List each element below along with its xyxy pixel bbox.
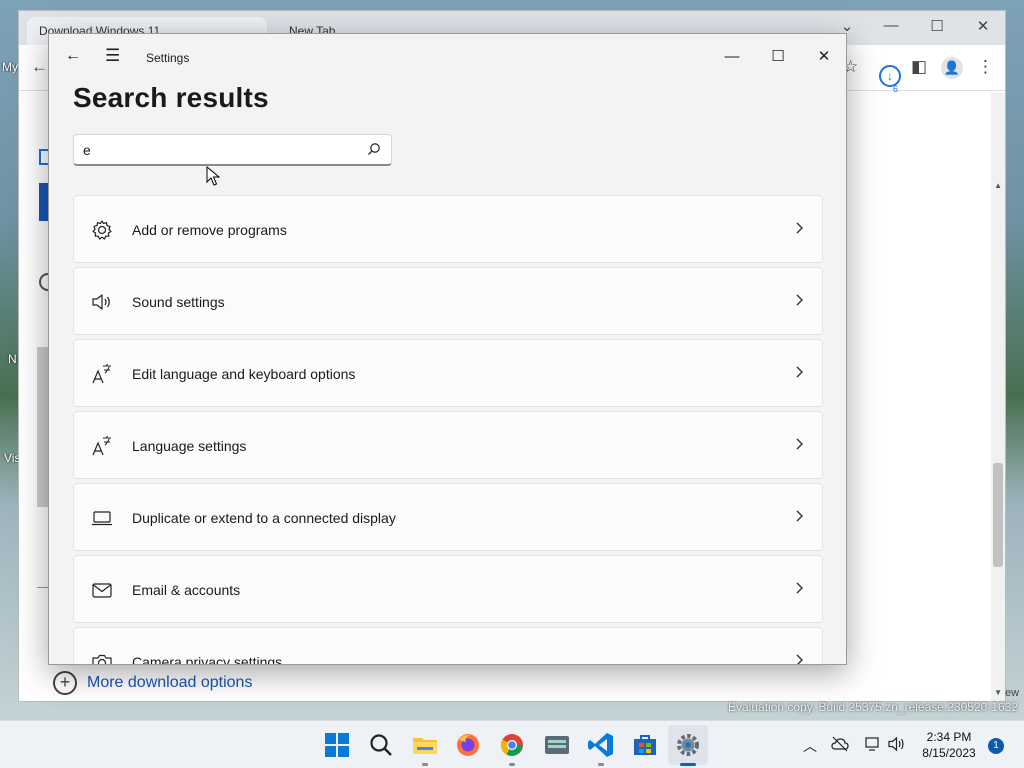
app-title: Settings [146,51,190,65]
minimize-button[interactable]: — [709,42,755,72]
chevron-right-icon [796,582,803,594]
result-label: Camera privacy settings [132,654,283,665]
result-label: Duplicate or extend to a connected displ… [132,510,396,526]
running-indicator [509,763,515,766]
search-icon[interactable] [367,731,395,759]
profile-icon[interactable]: 👤 [941,57,963,79]
download-count: 6 [893,84,899,94]
result-email-accounts[interactable]: Email & accounts [73,555,823,623]
hamburger-menu-icon[interactable]: ☰ [105,46,120,66]
settings-icon[interactable] [674,731,702,759]
network-icon[interactable] [864,736,882,752]
result-label: Sound settings [132,294,225,310]
result-add-remove-programs[interactable]: Add or remove programs [73,195,823,263]
settings-window: ← ☰ Settings — ☐ ✕ Search results Add or… [48,33,847,665]
close-icon[interactable]: ✕ [963,17,1003,35]
result-label: Add or remove programs [132,222,287,238]
result-label: Edit language and keyboard options [132,366,356,382]
settings-titlebar[interactable]: ← ☰ Settings — ☐ ✕ [49,34,846,82]
notification-badge[interactable]: 1 [988,738,1004,754]
mail-icon [92,583,112,598]
speaker-icon [92,294,110,310]
vscode-icon[interactable] [587,731,615,759]
taskbar: ︿ 2:34 PM 8/15/2023 1 [0,720,1024,768]
scrollbar[interactable]: ▲ ▼ [991,93,1005,701]
running-indicator [598,763,604,766]
chevron-right-icon [796,654,803,664]
cloud-offline-icon[interactable] [831,736,849,752]
chevron-up-icon[interactable]: ︿ [803,736,817,756]
chevron-right-icon [796,222,803,234]
store-icon[interactable] [631,731,659,759]
time-label: 2:34 PM [926,730,972,744]
evaluation-watermark: Evaluation copy. Build 25375.zn_release.… [728,700,1018,714]
search-results-list: Add or remove programs Sound settings Ed… [73,195,823,665]
gear-icon [92,220,112,240]
terminal-icon[interactable] [543,731,571,759]
result-camera-privacy[interactable]: Camera privacy settings [73,627,823,665]
language-icon [92,364,111,384]
search-box[interactable] [73,134,392,166]
close-button[interactable]: ✕ [801,42,846,72]
maximize-icon[interactable]: ☐ [917,17,957,35]
result-label: Email & accounts [132,582,241,598]
running-indicator [422,763,428,766]
menu-dots-icon[interactable]: ⋮ [977,57,994,77]
scroll-down-icon[interactable]: ▼ [994,688,1002,697]
mouse-cursor-icon [206,166,220,186]
result-edit-language-keyboard[interactable]: Edit language and keyboard options [73,339,823,407]
result-duplicate-extend-display[interactable]: Duplicate or extend to a connected displ… [73,483,823,551]
minimize-icon[interactable]: — [871,17,911,34]
partial-text: ew [1005,687,1020,699]
file-explorer-icon[interactable] [411,731,439,759]
chrome-icon[interactable] [498,731,526,759]
clock[interactable]: 2:34 PM 8/15/2023 [918,729,980,761]
start-icon[interactable] [323,731,351,759]
side-panel-icon[interactable]: ◧ [911,57,927,77]
result-language-settings[interactable]: Language settings [73,411,823,479]
active-indicator [680,763,696,766]
search-input[interactable] [83,140,353,160]
date-label: 8/15/2023 [922,746,976,760]
result-label: Language settings [132,438,247,454]
scroll-thumb[interactable] [993,463,1003,567]
chevron-right-icon [796,510,803,522]
desktop-label[interactable]: N [8,352,17,366]
camera-icon [92,654,112,664]
laptop-icon [92,511,112,526]
back-icon[interactable]: ← [31,57,48,77]
chevron-right-icon [796,438,803,450]
desktop-label[interactable]: My [2,60,18,74]
add-circle-icon: + [53,671,77,695]
back-arrow-icon[interactable]: ← [65,47,81,65]
more-download-options-link[interactable]: + More download options [53,671,252,695]
chevron-right-icon [796,366,803,378]
result-sound-settings[interactable]: Sound settings [73,267,823,335]
firefox-icon[interactable] [454,731,482,759]
chevron-right-icon [796,294,803,306]
volume-icon[interactable] [888,736,906,752]
maximize-button[interactable]: ☐ [755,42,801,72]
page-title: Search results [73,82,269,113]
scroll-up-icon[interactable]: ▲ [994,181,1002,190]
language-icon [92,436,111,456]
search-icon[interactable] [367,142,381,156]
more-download-label: More download options [87,674,253,691]
